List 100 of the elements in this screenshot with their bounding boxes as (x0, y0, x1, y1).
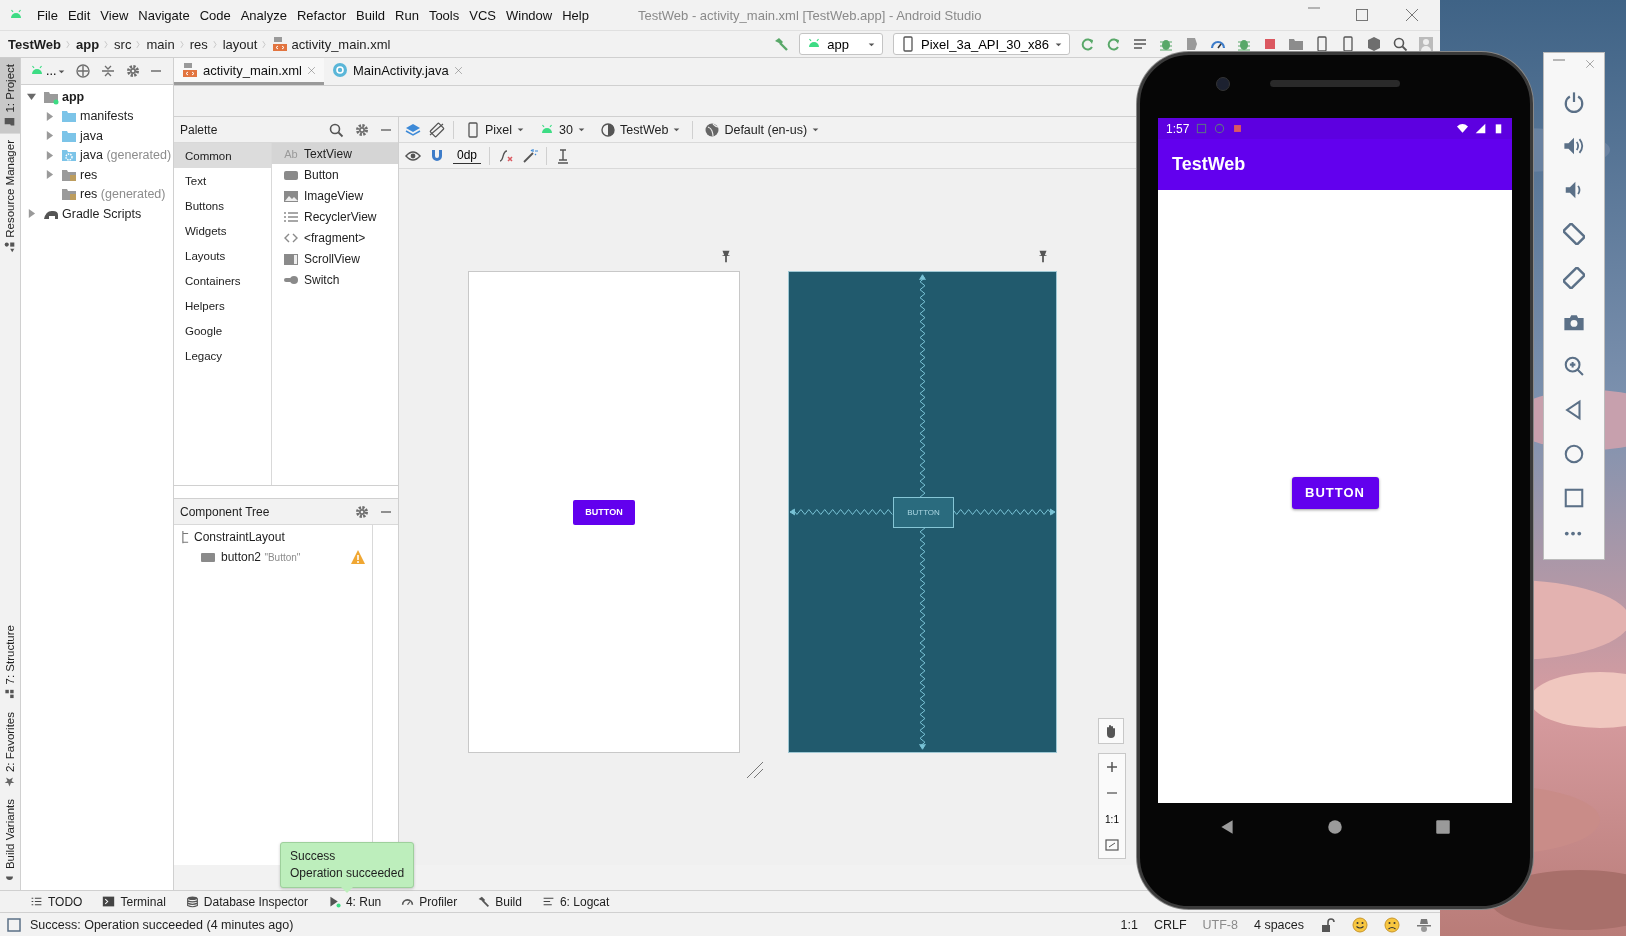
editor-tab[interactable]: MainActivity.java (323, 58, 471, 85)
menu-item[interactable]: Window (500, 7, 558, 23)
close-icon[interactable] (1404, 7, 1420, 23)
palette-item[interactable]: Switch (272, 269, 398, 290)
lines-icon[interactable] (1132, 36, 1148, 52)
palette-category[interactable]: Legacy (174, 343, 271, 368)
palette-category[interactable]: Helpers (174, 293, 271, 318)
palette-category[interactable]: Text (174, 168, 271, 193)
tool-window-button[interactable]: Database Inspector (185, 894, 308, 909)
settings-icon[interactable] (125, 63, 142, 79)
close-icon[interactable] (1585, 59, 1595, 69)
tool-window-button[interactable]: Profiler (401, 894, 458, 909)
tree-item[interactable]: app (62, 89, 85, 104)
panel-icon[interactable] (6, 916, 22, 933)
menu-item[interactable]: Navigate (133, 7, 195, 23)
magnet-icon[interactable] (429, 147, 445, 164)
zoom-in-button[interactable] (1563, 355, 1585, 377)
blueprint-button[interactable]: BUTTON (893, 497, 954, 528)
menu-item[interactable]: Tools (423, 7, 465, 23)
frown-icon[interactable] (1384, 916, 1400, 933)
smile-icon[interactable] (1352, 916, 1368, 933)
menu-item[interactable]: Refactor (291, 7, 352, 23)
lock-icon[interactable] (1320, 916, 1336, 933)
rerun-icon[interactable] (1080, 36, 1096, 52)
expand-arrow-icon[interactable] (27, 209, 36, 219)
caret-position[interactable]: 1:1 (1120, 917, 1138, 932)
menu-item[interactable]: Build (351, 7, 390, 23)
palette-item[interactable]: Ab TextView (272, 143, 398, 164)
settings-icon[interactable] (354, 121, 370, 138)
side-tab[interactable]: 7: Structure (0, 619, 20, 706)
overview-icon[interactable] (1434, 818, 1452, 836)
menu-item[interactable]: View (95, 7, 134, 23)
breadcrumb[interactable]: TestWeb (8, 36, 61, 52)
palette-category[interactable]: Common (174, 143, 271, 168)
palette-item[interactable]: ImageView (272, 185, 398, 206)
palette-item[interactable]: <fragment> (272, 227, 398, 248)
menu-item[interactable]: Code (194, 7, 236, 23)
settings-icon[interactable] (354, 503, 370, 520)
collapse-arrow-icon[interactable] (27, 92, 36, 102)
breadcrumb[interactable]: layout (222, 36, 258, 52)
expand-arrow-icon[interactable] (45, 150, 54, 160)
resize-handle[interactable] (745, 760, 765, 780)
palette-category[interactable]: Widgets (174, 218, 271, 243)
menu-item[interactable]: VCS (464, 7, 501, 23)
editor-tab[interactable]: activity_main.xml (174, 58, 324, 85)
tree-item[interactable]: java (generated) (80, 148, 172, 163)
palette-category[interactable]: Containers (174, 268, 271, 293)
component-item[interactable]: button2 "Button" (221, 550, 301, 564)
tool-window-button[interactable]: 6: Logcat (541, 894, 610, 909)
power-button[interactable] (1563, 91, 1585, 113)
tree-item[interactable]: java (80, 128, 103, 143)
breadcrumb[interactable]: res (189, 36, 208, 52)
palette-category[interactable]: Layouts (174, 243, 271, 268)
tool-window-button[interactable]: TODO (30, 894, 83, 909)
device-dropdown[interactable]: Pixel (462, 121, 529, 138)
orientation-icon[interactable] (429, 121, 445, 138)
tool-window-button[interactable]: Build (477, 894, 522, 909)
locate-icon[interactable] (75, 63, 92, 79)
menu-item[interactable]: Run (390, 7, 424, 23)
pan-button[interactable] (1098, 718, 1124, 744)
api-dropdown[interactable]: 30 (536, 121, 589, 138)
person-icon[interactable] (1418, 36, 1434, 52)
search-icon[interactable] (1392, 36, 1408, 52)
tree-item[interactable]: manifests (80, 109, 134, 124)
tree-item[interactable]: res (generated) (80, 187, 166, 202)
close-icon[interactable] (306, 65, 316, 75)
hide-icon[interactable] (380, 128, 392, 131)
locale-dropdown[interactable]: Default (en-us) (701, 121, 824, 138)
palette-category[interactable]: Google (174, 318, 271, 343)
palette-item[interactable]: RecyclerView (272, 206, 398, 227)
tool-window-button[interactable]: Terminal (102, 894, 166, 909)
menu-item[interactable]: File (32, 7, 63, 23)
stop-icon[interactable] (1262, 36, 1278, 52)
hide-icon[interactable] (380, 510, 392, 513)
overview-button[interactable] (1563, 487, 1585, 509)
menu-item[interactable]: Analyze (235, 7, 292, 23)
side-tab[interactable]: 1: Project (0, 58, 20, 134)
home-button[interactable] (1563, 443, 1585, 465)
theme-dropdown[interactable]: TestWeb (597, 121, 685, 138)
collapse-icon[interactable] (100, 63, 117, 79)
margin-field[interactable]: 0dp (453, 147, 482, 164)
hammer-icon[interactable] (773, 36, 790, 52)
side-tab[interactable]: Build Variants (0, 792, 20, 890)
palette-item[interactable]: Button (272, 164, 398, 185)
tree-item[interactable]: Gradle Scripts (62, 206, 142, 221)
rotate-left-button[interactable] (1563, 223, 1585, 245)
breadcrumb[interactable]: app (76, 36, 100, 52)
phone-icon[interactable] (1314, 36, 1330, 52)
rotate-right-button[interactable] (1563, 267, 1585, 289)
maximize-icon[interactable] (1354, 7, 1370, 23)
layers-icon[interactable] (405, 121, 421, 138)
hat-icon[interactable] (1416, 916, 1432, 933)
rerun-icon[interactable] (1106, 36, 1122, 52)
preview-button[interactable]: BUTTON (573, 499, 635, 525)
side-tab[interactable]: Resource Manager (0, 133, 20, 259)
run-config-dropdown[interactable]: app (799, 33, 884, 55)
indent-setting[interactable]: 4 spaces (1253, 917, 1304, 932)
palette-category[interactable]: Buttons (174, 193, 271, 218)
search-icon[interactable] (328, 121, 344, 138)
app-button[interactable]: BUTTON (1291, 476, 1379, 509)
